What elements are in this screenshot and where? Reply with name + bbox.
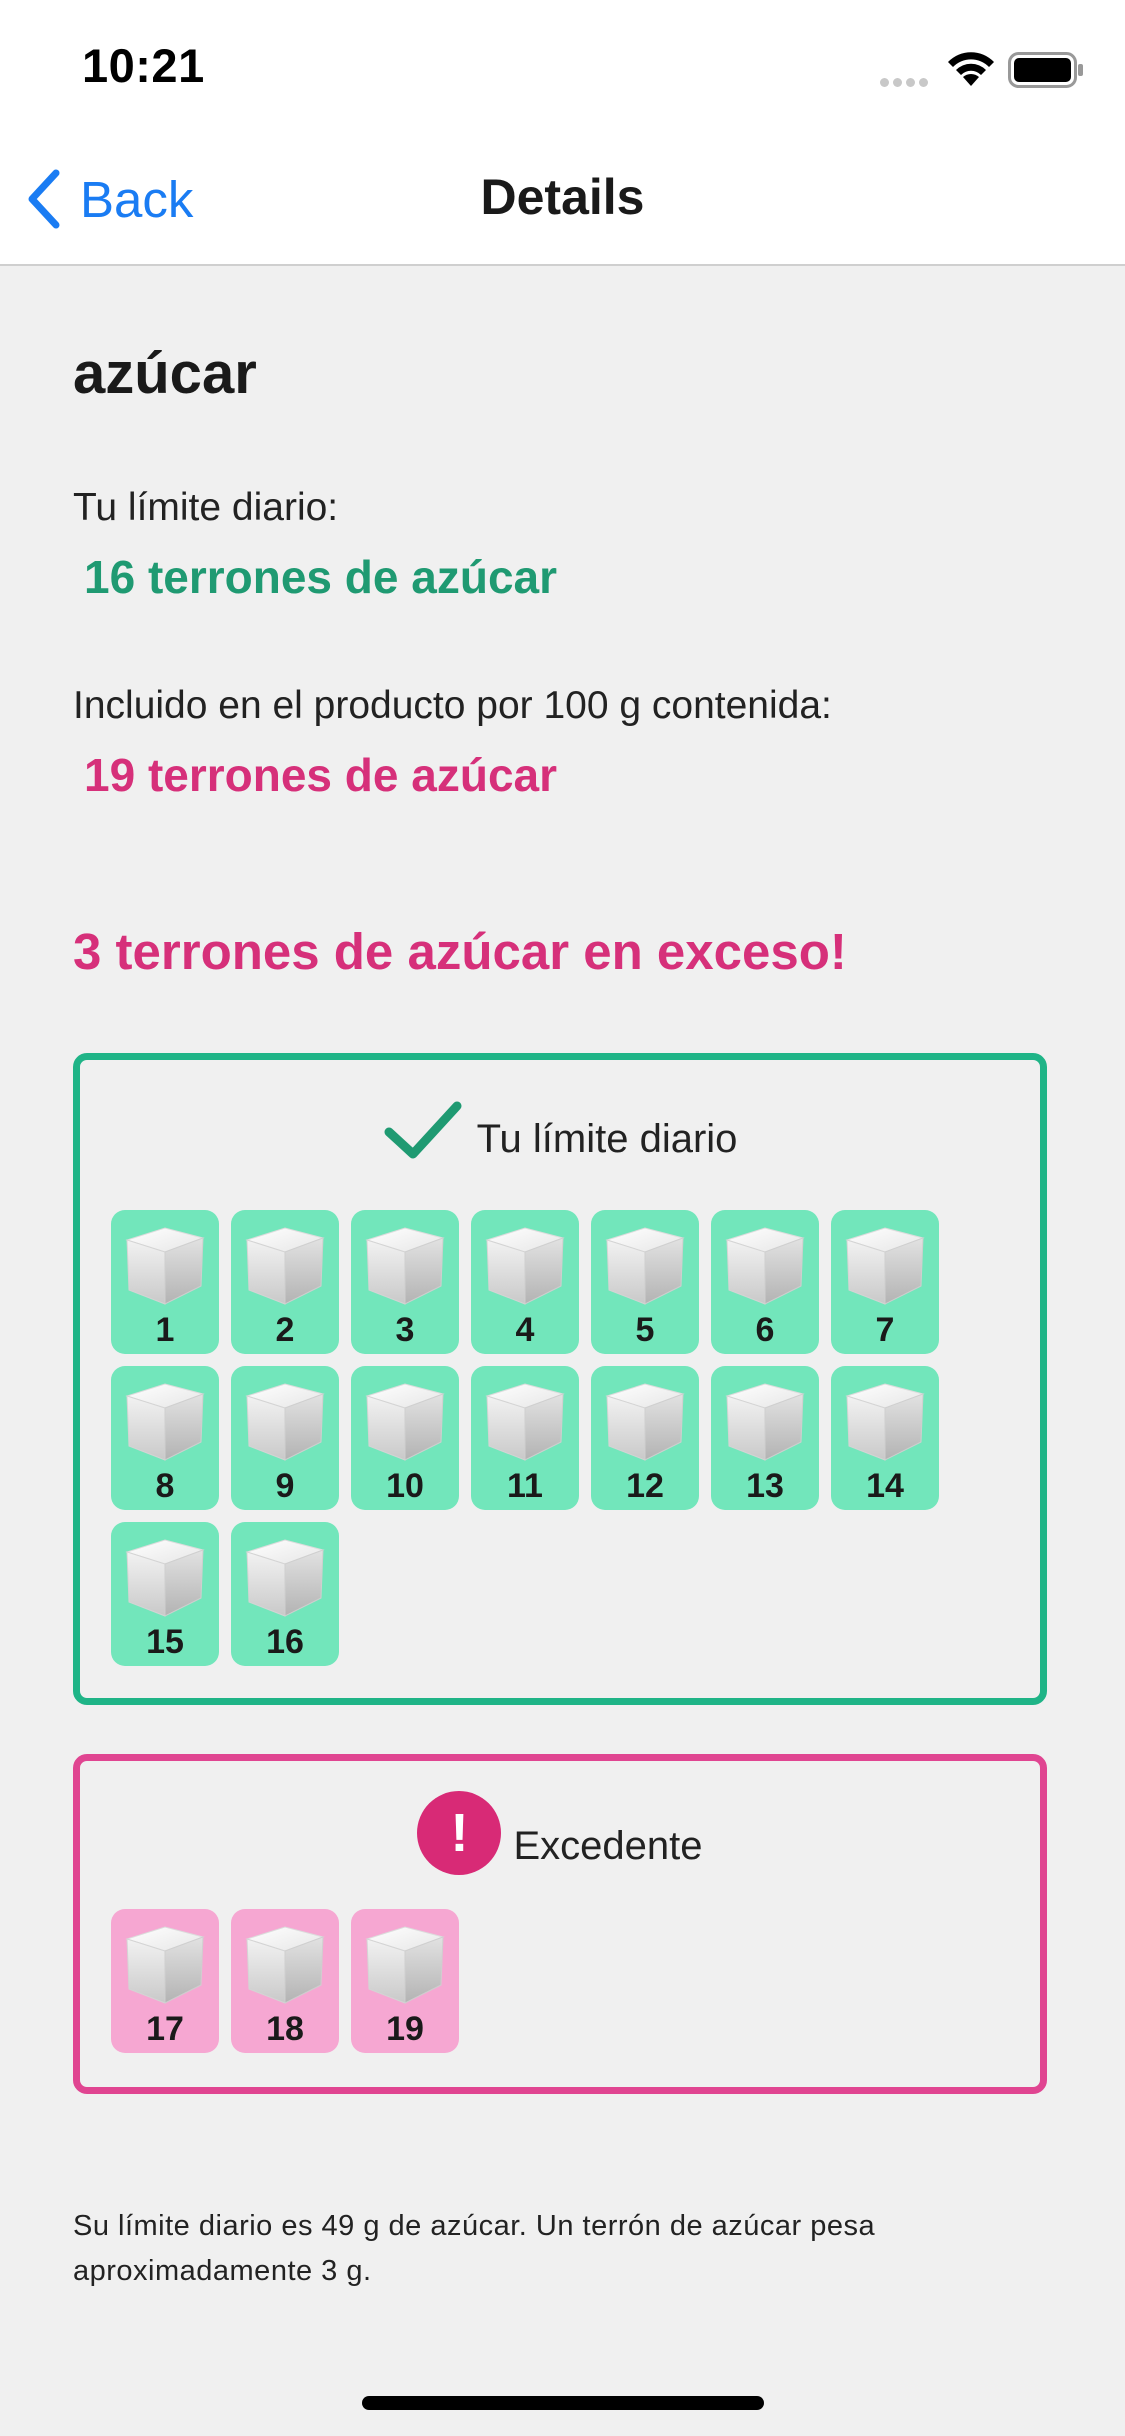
daily-limit-box-header: Tu límite diario bbox=[80, 1100, 1040, 1162]
sugar-cube-tile: 19 bbox=[351, 1909, 459, 2053]
cube-number: 2 bbox=[275, 1311, 295, 1349]
sugar-cube-tile: 8 bbox=[111, 1366, 219, 1510]
sugar-cube-icon bbox=[725, 1383, 805, 1461]
daily-limit-label: Tu límite diario: bbox=[73, 486, 339, 529]
exclamation-circle-icon: ! bbox=[417, 1791, 502, 1875]
sugar-cube-icon bbox=[365, 1383, 445, 1461]
sugar-cube-tile: 4 bbox=[471, 1210, 579, 1354]
sugar-cube-tile: 1 bbox=[111, 1210, 219, 1354]
status-time: 10:21 bbox=[82, 39, 205, 92]
sugar-cube-icon bbox=[245, 1383, 325, 1461]
cube-number: 15 bbox=[146, 1623, 184, 1661]
status-bar: 10:21 bbox=[0, 0, 1125, 132]
navigation-bar: Back Details bbox=[0, 132, 1125, 266]
sugar-cube-icon bbox=[245, 1926, 325, 2004]
sugar-cube-tile: 6 bbox=[711, 1210, 819, 1354]
excess-cube-grid: 17 18 19 bbox=[111, 1909, 1011, 2065]
cube-number: 6 bbox=[755, 1311, 775, 1349]
sugar-cube-icon bbox=[485, 1383, 565, 1461]
daily-limit-box-title: Tu límite diario bbox=[476, 1117, 738, 1161]
checkmark-icon bbox=[384, 1101, 462, 1159]
sugar-cube-icon bbox=[725, 1227, 805, 1305]
battery-icon bbox=[1008, 52, 1083, 88]
sugar-cube-tile: 2 bbox=[231, 1210, 339, 1354]
cube-number: 11 bbox=[507, 1467, 543, 1505]
wifi-icon bbox=[948, 52, 994, 86]
sugar-cube-icon bbox=[485, 1227, 565, 1305]
cube-number: 13 bbox=[746, 1467, 784, 1505]
sugar-cube-icon bbox=[245, 1539, 325, 1617]
sugar-cube-tile: 7 bbox=[831, 1210, 939, 1354]
cube-number: 7 bbox=[875, 1311, 895, 1349]
sugar-cube-icon bbox=[845, 1227, 925, 1305]
cube-number: 12 bbox=[626, 1467, 664, 1505]
excess-headline: 3 terrones de azúcar en exceso! bbox=[73, 923, 847, 980]
excess-box: ! Excedente 17 18 19 bbox=[73, 1754, 1047, 2094]
cube-number: 4 bbox=[515, 1311, 535, 1349]
sugar-cube-tile: 12 bbox=[591, 1366, 699, 1510]
cube-number: 10 bbox=[386, 1467, 424, 1505]
sugar-cube-tile: 17 bbox=[111, 1909, 219, 2053]
cube-number: 8 bbox=[155, 1467, 175, 1505]
cellular-signal-icon bbox=[880, 74, 932, 92]
excess-box-title: Excedente bbox=[513, 1824, 703, 1868]
page-title: Details bbox=[480, 169, 645, 225]
daily-limit-box: Tu límite diario 1 2 3 4 5 6 7 8 9 10 11 12 13 14 15 16 bbox=[73, 1053, 1047, 1705]
sugar-cube-tile: 14 bbox=[831, 1366, 939, 1510]
cube-number: 17 bbox=[146, 2010, 184, 2048]
cube-number: 3 bbox=[395, 1311, 415, 1349]
sugar-cube-tile: 9 bbox=[231, 1366, 339, 1510]
sugar-cube-icon bbox=[125, 1926, 205, 2004]
sugar-cube-icon bbox=[365, 1227, 445, 1305]
sugar-cube-icon bbox=[125, 1383, 205, 1461]
sugar-cube-tile: 16 bbox=[231, 1522, 339, 1666]
sugar-cube-tile: 3 bbox=[351, 1210, 459, 1354]
daily-limit-value: 16 terrones de azúcar bbox=[84, 551, 558, 603]
contained-value: 19 terrones de azúcar bbox=[84, 749, 558, 801]
sugar-cube-tile: 13 bbox=[711, 1366, 819, 1510]
sugar-cube-tile: 10 bbox=[351, 1366, 459, 1510]
footnote: Su límite diario es 49 g de azúcar. Un t… bbox=[73, 2210, 876, 2287]
sugar-cube-icon bbox=[365, 1926, 445, 2004]
excess-box-header: ! Excedente bbox=[80, 1791, 1040, 1875]
daily-limit-cube-grid: 1 2 3 4 5 6 7 8 9 10 11 12 13 14 15 16 bbox=[111, 1210, 1011, 1678]
cube-number: 1 bbox=[155, 1311, 175, 1349]
sugar-cube-icon bbox=[845, 1383, 925, 1461]
cube-number: 14 bbox=[866, 1467, 904, 1505]
sugar-cube-tile: 15 bbox=[111, 1522, 219, 1666]
sugar-cube-tile: 11 bbox=[471, 1366, 579, 1510]
cube-number: 5 bbox=[635, 1311, 655, 1349]
sugar-cube-icon bbox=[245, 1227, 325, 1305]
home-indicator bbox=[362, 2396, 764, 2410]
sugar-cube-icon bbox=[125, 1539, 205, 1617]
cube-number: 19 bbox=[386, 2010, 424, 2048]
sugar-cube-icon bbox=[125, 1227, 205, 1305]
product-name: azúcar bbox=[73, 341, 257, 406]
contained-label: Incluido en el producto por 100 g conten… bbox=[73, 684, 832, 727]
sugar-cube-icon bbox=[605, 1227, 685, 1305]
sugar-cube-tile: 5 bbox=[591, 1210, 699, 1354]
cube-number: 9 bbox=[275, 1467, 295, 1505]
sugar-cube-tile: 18 bbox=[231, 1909, 339, 2053]
sugar-cube-icon bbox=[605, 1383, 685, 1461]
cube-number: 18 bbox=[266, 2010, 304, 2048]
cube-number: 16 bbox=[266, 1623, 304, 1661]
